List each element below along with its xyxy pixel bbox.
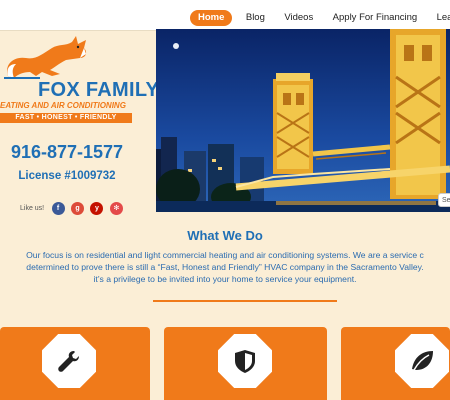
brand-tagline: FAST • HONEST • FRIENDLY bbox=[0, 113, 132, 123]
company-logo[interactable]: FOX FAMILY EATING AND AIR CONDITIONING F… bbox=[0, 34, 159, 129]
facebook-icon[interactable]: f bbox=[51, 202, 65, 216]
main-nav: Home Blog Videos Apply For Financing Lea… bbox=[190, 7, 450, 26]
nav-videos[interactable]: Videos bbox=[278, 10, 319, 26]
service-card-efficiency[interactable] bbox=[341, 327, 450, 400]
yelp-icon[interactable]: y bbox=[90, 202, 104, 216]
social-links: Like us! f g y ✻ bbox=[20, 200, 125, 216]
tower-bridge-night-image bbox=[156, 29, 450, 212]
what-we-do-line-3: it’s a privilege to be invited into your… bbox=[93, 274, 357, 284]
license-number: License #1009732 bbox=[18, 170, 116, 182]
brand-name: FOX FAMILY bbox=[38, 79, 160, 101]
like-us-label: Like us! bbox=[20, 205, 45, 213]
wrench-icon bbox=[42, 334, 96, 388]
nav-blog[interactable]: Blog bbox=[240, 10, 271, 26]
nav-apply-for-financing[interactable]: Apply For Financing bbox=[327, 10, 423, 26]
brand-subtitle: EATING AND AIR CONDITIONING bbox=[0, 101, 126, 110]
share-icon[interactable]: ✻ bbox=[109, 202, 123, 216]
what-we-do-body: Our focus is on residential and light co… bbox=[0, 249, 450, 285]
service-card-repair[interactable] bbox=[0, 327, 150, 400]
google-plus-icon[interactable]: g bbox=[71, 202, 85, 216]
what-we-do-line-2: determined to prove there is still a “Fa… bbox=[26, 262, 424, 272]
fox-logo-icon bbox=[4, 36, 87, 79]
service-card-protection[interactable] bbox=[164, 327, 327, 400]
what-we-do-title: What We Do bbox=[187, 228, 263, 243]
hero-image bbox=[156, 29, 450, 212]
what-we-do-line-1: Our focus is on residential and light co… bbox=[26, 250, 424, 260]
search-button[interactable]: Se bbox=[438, 193, 450, 207]
shield-icon bbox=[218, 334, 272, 388]
nav-home[interactable]: Home bbox=[190, 10, 233, 26]
top-nav-bar: Home Blog Videos Apply For Financing Lea… bbox=[0, 0, 450, 31]
leaf-icon bbox=[395, 334, 449, 388]
section-divider bbox=[153, 300, 337, 302]
phone-number[interactable]: 916-877-1577 bbox=[6, 142, 128, 163]
nav-leave-review[interactable]: Leav bbox=[431, 10, 450, 26]
